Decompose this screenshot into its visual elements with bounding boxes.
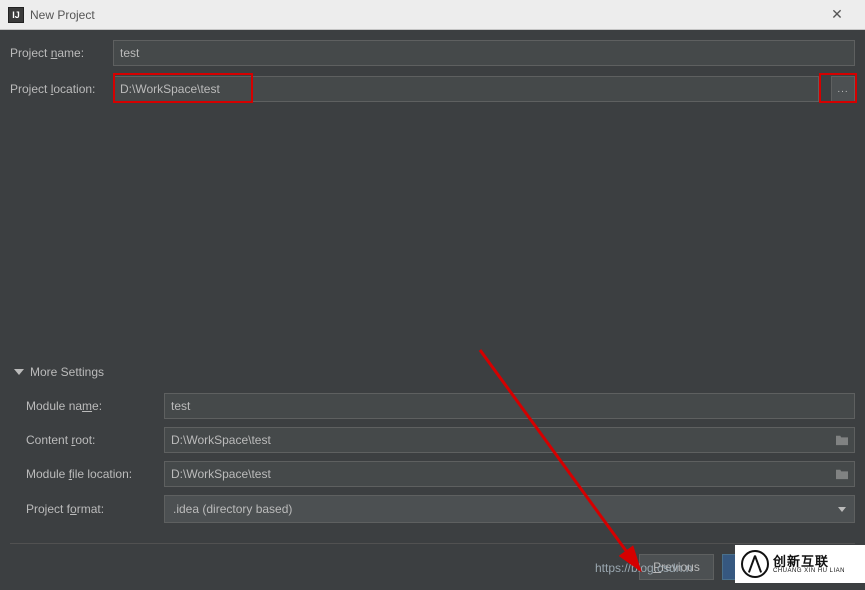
window-close-button[interactable]: ✕: [817, 0, 857, 29]
app-icon: IJ: [8, 7, 24, 23]
content-root-row: Content root:: [26, 427, 855, 453]
dialog-content: Project name: Project location: ... More…: [0, 30, 865, 590]
window-title: New Project: [30, 8, 95, 22]
module-file-location-input[interactable]: [164, 461, 855, 487]
project-format-dropdown[interactable]: .idea (directory based): [164, 495, 855, 523]
project-name-row: Project name:: [10, 40, 855, 66]
titlebar-left: IJ New Project: [8, 7, 95, 23]
module-file-location-row: Module file location:: [26, 461, 855, 487]
watermark-icon: [741, 550, 769, 578]
chevron-down-icon: [838, 507, 846, 512]
watermark-logo: 创新互联 CHUANG XIN HU LIAN: [735, 545, 865, 583]
content-root-input[interactable]: [164, 427, 855, 453]
previous-button[interactable]: Previous: [639, 554, 714, 580]
project-format-label: Project format:: [26, 502, 156, 516]
project-location-row: Project location: ...: [10, 76, 855, 102]
browse-location-button[interactable]: ...: [831, 76, 855, 102]
folder-icon[interactable]: [835, 434, 849, 446]
more-settings-body: Module name: Content root: Module file l…: [14, 393, 855, 523]
folder-icon[interactable]: [835, 468, 849, 480]
spacer: [10, 112, 855, 365]
module-file-location-label: Module file location:: [26, 467, 156, 481]
content-root-label: Content root:: [26, 433, 156, 447]
project-location-label: Project location:: [10, 82, 105, 96]
more-settings-label: More Settings: [30, 365, 104, 379]
module-name-label: Module name:: [26, 399, 156, 413]
project-name-input[interactable]: [113, 40, 855, 66]
more-settings-section: More Settings Module name: Content root:…: [14, 365, 855, 531]
more-settings-toggle[interactable]: More Settings: [14, 365, 855, 379]
project-location-input[interactable]: [113, 76, 819, 102]
module-name-row: Module name:: [26, 393, 855, 419]
project-format-value: .idea (directory based): [173, 502, 292, 516]
watermark-text-cn: 创新互联: [773, 555, 845, 568]
project-name-label: Project name:: [10, 46, 105, 60]
project-format-row: Project format: .idea (directory based): [26, 495, 855, 523]
module-name-input[interactable]: [164, 393, 855, 419]
chevron-down-icon: [14, 369, 24, 375]
titlebar: IJ New Project ✕: [0, 0, 865, 30]
watermark-text-en: CHUANG XIN HU LIAN: [773, 568, 845, 574]
dialog-footer: Previous Finish Ca: [10, 543, 855, 590]
